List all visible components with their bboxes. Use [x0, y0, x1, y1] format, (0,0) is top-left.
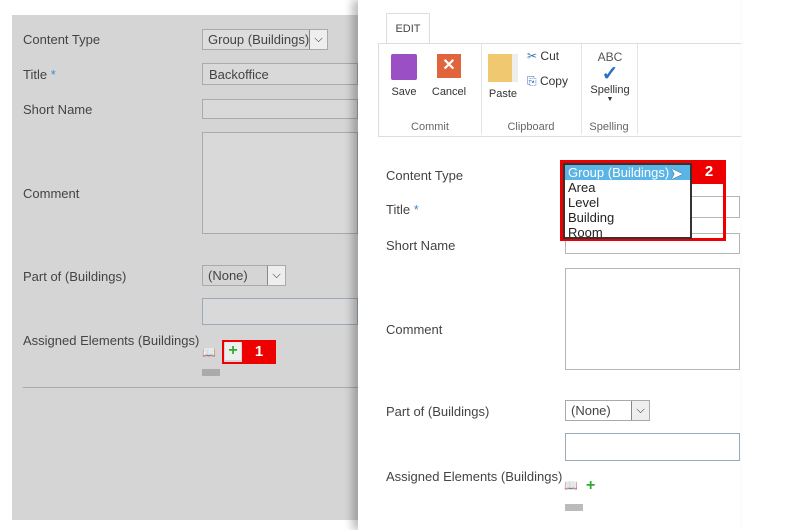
part-of-value: (None)	[208, 268, 248, 283]
expand-chevron-button[interactable]	[202, 369, 220, 376]
checkmark-icon: ✓	[601, 63, 619, 85]
comment-textarea[interactable]	[565, 268, 740, 370]
cancel-x-icon: ✕	[437, 54, 461, 78]
short-name-label: Short Name	[23, 102, 93, 117]
chevron-down-icon: ⌵	[631, 401, 649, 420]
group-separator	[637, 44, 638, 134]
copy-button[interactable]: ⎘ Copy	[527, 74, 568, 89]
cancel-button[interactable]: ✕ Cancel	[429, 54, 469, 98]
save-button[interactable]: Save	[387, 54, 421, 98]
cut-button[interactable]: ✂ Cut	[527, 49, 559, 63]
part-of-label: Part of (Buildings)	[23, 269, 127, 284]
background-form-overlay: Content Type Group (Buildings) ⌵ Title * …	[12, 15, 358, 520]
caret-down-icon: ▼	[606, 96, 614, 103]
commit-group-label: Commit	[411, 121, 449, 133]
mouse-cursor-icon: ➤	[670, 166, 684, 183]
content-type-select[interactable]: Group (Buildings) ⌵	[202, 29, 328, 50]
title-value: Backoffice	[209, 67, 269, 82]
short-name-label: Short Name	[386, 238, 456, 253]
content-type-value: Group (Buildings)	[208, 32, 310, 47]
add-plus-icon[interactable]: +	[225, 342, 241, 360]
browse-book-icon[interactable]: 📖	[564, 479, 578, 492]
copy-icon: ⎘	[527, 74, 537, 88]
scissors-icon: ✂	[527, 49, 538, 63]
option-room[interactable]: Room	[565, 225, 690, 240]
tab-edit[interactable]: EDIT	[386, 13, 430, 44]
short-name-input[interactable]	[202, 99, 358, 119]
chevron-down-icon: ⌵	[309, 30, 327, 49]
title-input[interactable]: Backoffice	[202, 63, 358, 85]
part-of-text-input[interactable]	[202, 298, 358, 325]
spelling-abc-icon: ABC	[597, 50, 623, 64]
clipboard-group-label: Clipboard	[507, 121, 555, 133]
spelling-button[interactable]: ABC ✓ Spelling ▼	[587, 50, 633, 103]
callout-1-badge: 1	[242, 340, 276, 364]
expand-chevron-button[interactable]	[565, 504, 583, 511]
part-of-select[interactable]: (None) ⌵	[202, 265, 286, 286]
content-type-label: Content Type	[386, 168, 464, 183]
assigned-label: Assigned Elements (Buildings)	[386, 469, 563, 484]
content-type-label: Content Type	[23, 32, 101, 47]
title-label: Title *	[23, 67, 56, 82]
comment-label: Comment	[23, 186, 80, 201]
paste-button[interactable]: Paste	[485, 54, 521, 100]
divider	[23, 387, 358, 388]
comment-label: Comment	[386, 322, 443, 337]
callout-2-badge: 2	[692, 160, 726, 184]
option-building[interactable]: Building	[565, 210, 690, 225]
save-floppy-icon	[391, 54, 417, 80]
chevron-down-icon: ⌵	[267, 266, 285, 285]
spelling-group-label: Spelling	[589, 121, 629, 133]
ribbon: Save ✕ Cancel Paste ✂ Cut ⎘ Copy ABC ✓ Spel…	[378, 43, 741, 137]
paste-clipboard-icon	[488, 54, 518, 82]
option-level[interactable]: Level	[565, 195, 690, 210]
comment-textarea[interactable]	[202, 132, 358, 234]
part-of-value: (None)	[571, 403, 611, 418]
title-label: Title *	[386, 202, 419, 217]
add-plus-icon[interactable]: +	[586, 477, 595, 495]
part-of-text-input[interactable]	[565, 433, 740, 461]
assigned-label: Assigned Elements (Buildings)	[23, 333, 200, 348]
part-of-label: Part of (Buildings)	[386, 404, 490, 419]
browse-book-icon[interactable]: 📖	[202, 346, 216, 359]
edit-form-panel: EDIT Save ✕ Cancel Paste ✂ Cut ⎘ Copy ABC…	[358, 0, 741, 530]
part-of-select[interactable]: (None) ⌵	[565, 400, 650, 421]
